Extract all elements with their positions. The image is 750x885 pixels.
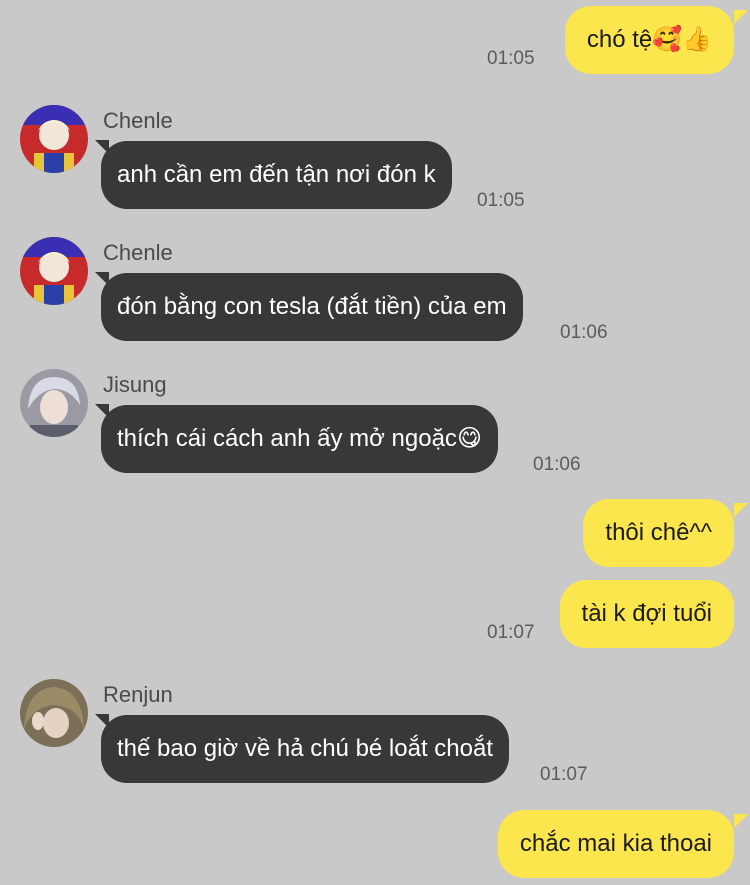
message-text: thôi chê^^ <box>605 519 712 546</box>
message-text: chắc mai kia thoai <box>519 830 712 857</box>
bubble-tail <box>734 814 748 828</box>
sender-name: Chenle <box>103 240 173 265</box>
avatar-chenle[interactable] <box>20 237 88 305</box>
avatar-image <box>20 105 88 173</box>
avatar-jisung[interactable] <box>20 369 88 437</box>
incoming-message-bubble[interactable]: anh cần em đến tận nơi đón k <box>101 141 452 209</box>
outgoing-message-bubble[interactable]: chắc mai kia thoai <box>497 810 734 878</box>
sender-name: Jisung <box>103 372 167 397</box>
message-text: anh cần em đến tận nơi đón k <box>117 161 436 188</box>
bubble-tail <box>734 503 748 517</box>
message-time: 01:05 <box>487 48 535 69</box>
message-time: 01:07 <box>540 764 588 785</box>
message-time: 01:06 <box>533 454 581 475</box>
message-time: 01:06 <box>560 322 608 343</box>
incoming-message-bubble[interactable]: thế bao giờ về hả chú bé loắt choắt <box>101 715 510 783</box>
message-time: 01:05 <box>477 190 525 211</box>
avatar-image <box>20 369 88 437</box>
outgoing-message-bubble[interactable]: tài k đợi tuổi <box>559 580 734 648</box>
incoming-message-bubble[interactable]: đón bằng con tesla (đắt tiền) của em <box>101 273 523 341</box>
sender-name: Renjun <box>103 682 173 707</box>
incoming-message-bubble[interactable]: thích cái cách anh ấy mở ngoặc😋 <box>101 405 498 473</box>
avatar-chenle[interactable] <box>20 105 88 173</box>
avatar-image <box>20 679 88 747</box>
outgoing-message-bubble[interactable]: thôi chê^^ <box>583 499 734 567</box>
message-text: tài k đợi tuổi <box>581 600 712 627</box>
bubble-tail <box>734 10 748 24</box>
yum-face-icon: 😋 <box>456 425 482 452</box>
avatar-image <box>20 237 88 305</box>
emoji-reaction-icon: 🥰👍 <box>652 26 712 53</box>
message-text: thế bao giờ về hả chú bé loắt choắt <box>117 735 494 762</box>
outgoing-message-bubble[interactable]: chó tệ🥰👍 <box>564 6 734 74</box>
avatar-renjun[interactable] <box>20 679 88 747</box>
sender-name: Chenle <box>103 108 173 133</box>
message-text: chó tệ <box>586 26 653 53</box>
message-text: đón bằng con tesla (đắt tiền) của em <box>117 293 507 320</box>
message-time: 01:07 <box>487 622 535 643</box>
message-text: thích cái cách anh ấy mở ngoặc <box>117 425 457 452</box>
